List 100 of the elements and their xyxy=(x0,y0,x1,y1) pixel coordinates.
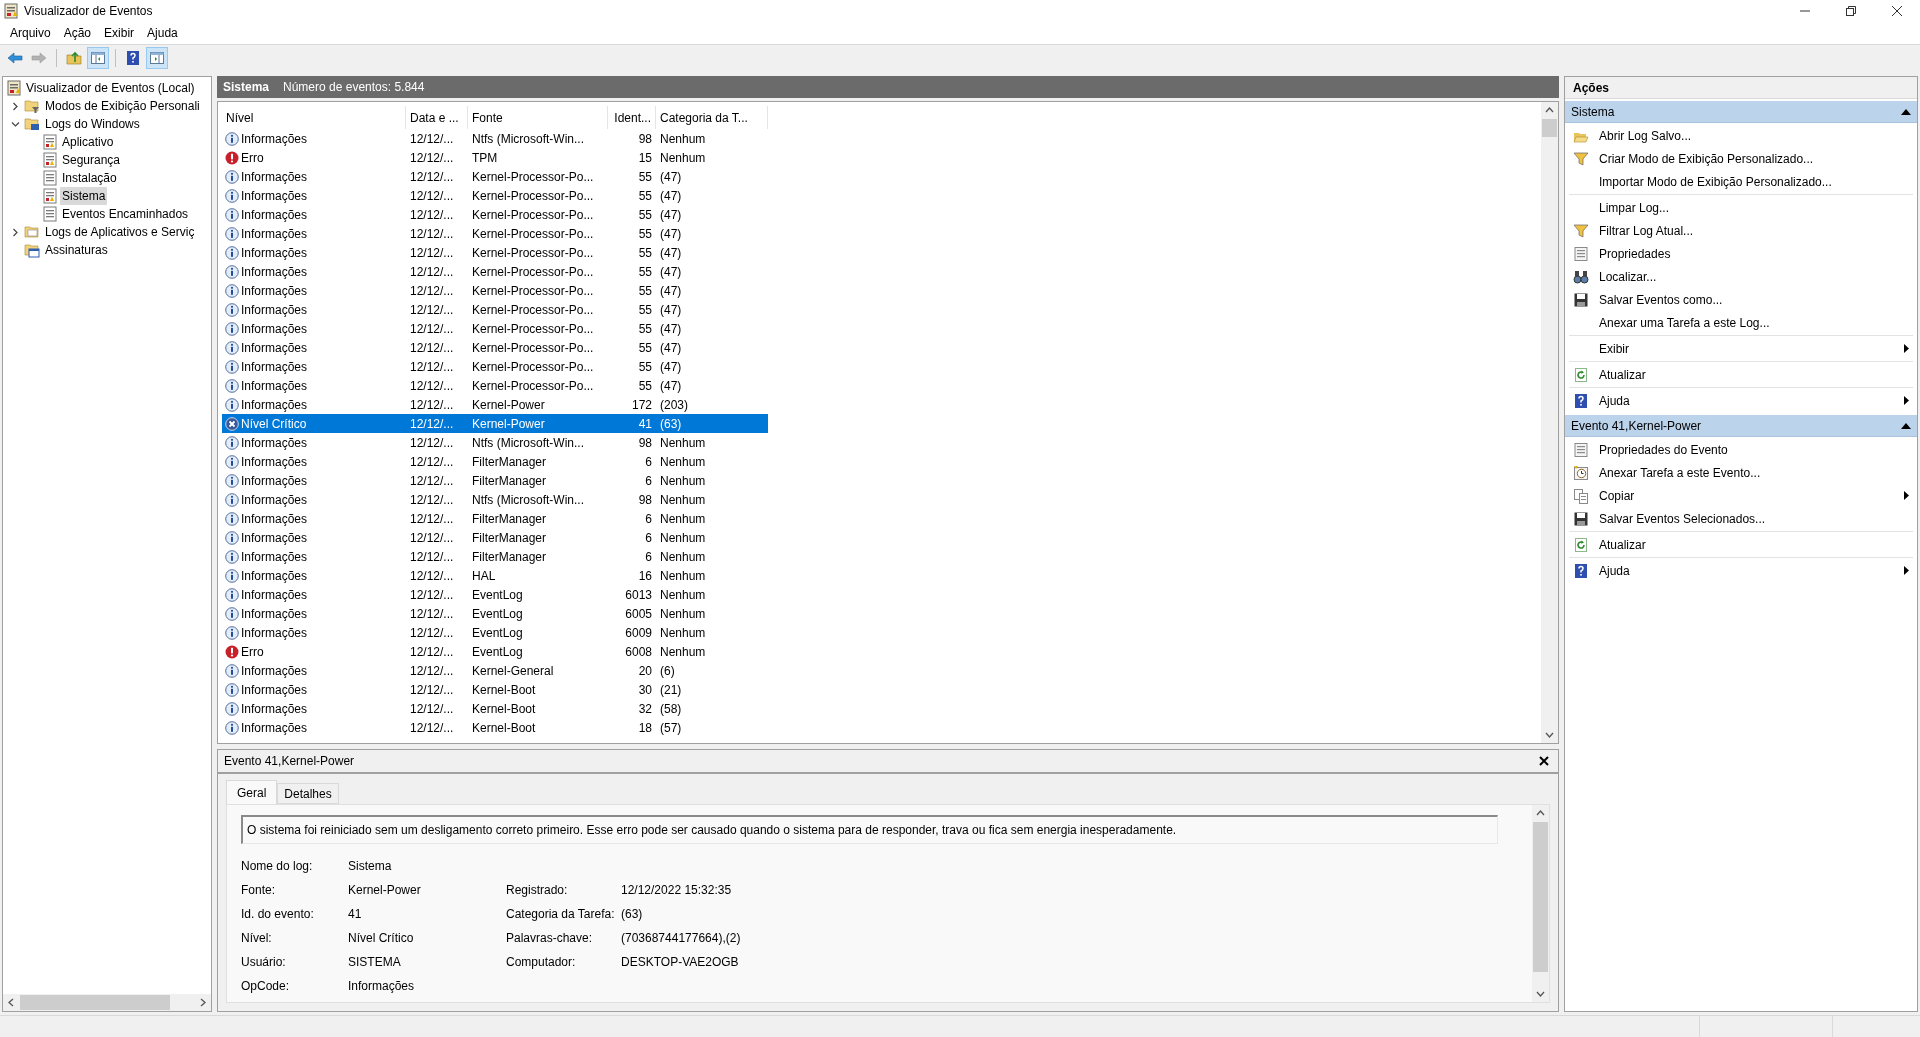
event-row[interactable]: Informações 12/12/... Kernel-Processor-Po... 55 (47) xyxy=(222,205,768,224)
chevron-right-icon[interactable] xyxy=(10,101,20,111)
tree-item[interactable]: Sistema xyxy=(60,187,108,205)
tree-item[interactable]: Segurança xyxy=(60,151,123,169)
action-item[interactable]: Atualizar xyxy=(1569,363,1913,386)
event-row[interactable]: Informações 12/12/... Kernel-Power 172 (203) xyxy=(222,395,768,414)
event-row[interactable]: Informações 12/12/... Ntfs (Microsoft-Win... 98 Nenhum xyxy=(222,129,768,148)
event-row[interactable]: Informações 12/12/... Kernel-Processor-Po... 55 (47) xyxy=(222,186,768,205)
event-row[interactable]: Informações 12/12/... Kernel-Processor-Po... 55 (47) xyxy=(222,224,768,243)
action-item[interactable]: Anexar uma Tarefa a este Log... xyxy=(1569,311,1913,334)
column-header[interactable]: Ident... xyxy=(608,106,656,129)
event-row[interactable]: Informações 12/12/... EventLog 6005 Nenhum xyxy=(222,604,768,623)
event-row[interactable]: Informações 12/12/... Kernel-Processor-Po... 55 (47) xyxy=(222,376,768,395)
column-header[interactable]: Fonte xyxy=(468,106,608,129)
column-header[interactable]: Categoria da T... xyxy=(656,106,768,129)
action-item[interactable]: Criar Modo de Exibição Personalizado... xyxy=(1569,147,1913,170)
action-item[interactable]: Propriedades xyxy=(1569,242,1913,265)
collapse-triangle-icon[interactable] xyxy=(1901,422,1911,429)
event-row[interactable]: Informações 12/12/... Kernel-Processor-Po... 55 (47) xyxy=(222,319,768,338)
action-item[interactable]: Filtrar Log Atual... xyxy=(1569,219,1913,242)
source-text: FilterManager xyxy=(471,548,548,566)
column-header[interactable]: Data e ... xyxy=(406,106,468,129)
event-row[interactable]: Erro 12/12/... TPM 15 Nenhum xyxy=(222,148,768,167)
event-row[interactable]: Informações 12/12/... Kernel-Boot 32 (58) xyxy=(222,699,768,718)
event-row[interactable]: Informações 12/12/... HAL 16 Nenhum xyxy=(222,566,768,585)
action-item[interactable]: Salvar Eventos Selecionados... xyxy=(1569,507,1913,530)
vertical-scrollbar[interactable] xyxy=(1541,102,1558,743)
action-item[interactable]: Salvar Eventos como... xyxy=(1569,288,1913,311)
event-row[interactable]: Informações 12/12/... Kernel-General 20 (6) xyxy=(222,661,768,680)
tree-item[interactable]: Visualizador de Eventos (Local) xyxy=(24,79,197,97)
source-text: EventLog xyxy=(471,643,524,661)
action-item[interactable]: Ajuda xyxy=(1569,389,1913,412)
event-row[interactable]: Informações 12/12/... Kernel-Boot 18 (57) xyxy=(222,718,768,737)
action-item[interactable]: Importar Modo de Exibição Personalizado... xyxy=(1569,170,1913,193)
event-id-text: 6005 xyxy=(624,605,653,623)
tree-item[interactable]: Assinaturas xyxy=(43,241,110,259)
event-row[interactable]: Informações 12/12/... Kernel-Processor-Po... 55 (47) xyxy=(222,262,768,281)
menu-item[interactable]: Ajuda xyxy=(141,23,184,43)
toolbar-button[interactable] xyxy=(87,47,109,69)
scrollbar-thumb[interactable] xyxy=(20,995,170,1010)
event-row[interactable]: Informações 12/12/... Kernel-Boot 30 (21) xyxy=(222,680,768,699)
action-item[interactable]: Anexar Tarefa a este Evento... xyxy=(1569,461,1913,484)
tree-item[interactable]: Modos de Exibição Personali xyxy=(43,97,202,115)
action-item[interactable]: Copiar xyxy=(1569,484,1913,507)
tree-item[interactable]: Logs de Aplicativos e Serviç xyxy=(43,223,197,241)
event-row[interactable]: Informações 12/12/... EventLog 6009 Nenhum xyxy=(222,623,768,642)
menu-item[interactable]: Arquivo xyxy=(4,23,57,43)
section-header[interactable]: Evento 41,Kernel-Power xyxy=(1565,415,1917,437)
toolbar-button[interactable] xyxy=(146,47,168,69)
tree-item[interactable]: Instalação xyxy=(60,169,119,187)
event-row[interactable]: Informações 12/12/... Kernel-Processor-Po... 55 (47) xyxy=(222,281,768,300)
tab[interactable]: Geral xyxy=(226,780,278,804)
scrollbar-thumb[interactable] xyxy=(1542,119,1557,137)
event-row[interactable]: Informações 12/12/... FilterManager 6 Nenhum xyxy=(222,528,768,547)
collapse-triangle-icon[interactable] xyxy=(1901,108,1911,115)
action-item[interactable]: Atualizar xyxy=(1569,533,1913,556)
action-item[interactable]: Abrir Log Salvo... xyxy=(1569,124,1913,147)
chevron-down-icon[interactable] xyxy=(10,119,20,129)
vertical-scrollbar[interactable] xyxy=(1532,805,1549,1002)
event-row[interactable]: Informações 12/12/... FilterManager 6 Nenhum xyxy=(222,471,768,490)
level-text: Informações xyxy=(241,320,308,338)
event-row[interactable]: Informações 12/12/... Ntfs (Microsoft-Win... 98 Nenhum xyxy=(222,433,768,452)
event-row[interactable]: Erro 12/12/... EventLog 6008 Nenhum xyxy=(222,642,768,661)
action-label: Localizar... xyxy=(1599,268,1658,286)
category-text: (57) xyxy=(659,719,683,737)
tree-item[interactable]: Logs do Windows xyxy=(43,115,142,133)
event-row[interactable]: Informações 12/12/... Kernel-Processor-Po... 55 (47) xyxy=(222,300,768,319)
event-row[interactable]: Informações 12/12/... Kernel-Processor-Po... 55 (47) xyxy=(222,167,768,186)
scrollbar-thumb[interactable] xyxy=(1533,822,1548,972)
event-row[interactable]: Informações 12/12/... Kernel-Processor-Po... 55 (47) xyxy=(222,243,768,262)
level-text: Informações xyxy=(241,491,308,509)
tree-item[interactable]: Eventos Encaminhados xyxy=(60,205,191,223)
category-text: (47) xyxy=(659,358,683,376)
tree-item[interactable]: Aplicativo xyxy=(60,133,116,151)
action-item[interactable]: Limpar Log... xyxy=(1569,196,1913,219)
action-item[interactable]: Propriedades do Evento xyxy=(1569,438,1913,461)
event-row[interactable]: Informações 12/12/... Ntfs (Microsoft-Win... 98 Nenhum xyxy=(222,490,768,509)
menu-item[interactable]: Exibir xyxy=(98,23,141,43)
chevron-right-icon[interactable] xyxy=(10,227,20,237)
event-row[interactable]: Informações 12/12/... FilterManager 6 Nenhum xyxy=(222,452,768,471)
action-item[interactable]: Exibir xyxy=(1569,337,1913,360)
action-item[interactable]: Localizar... xyxy=(1569,265,1913,288)
tab[interactable]: Detalhes xyxy=(277,783,339,804)
section-header[interactable]: Sistema xyxy=(1565,101,1917,123)
action-item[interactable]: Ajuda xyxy=(1569,559,1913,582)
action-label: Abrir Log Salvo... xyxy=(1599,127,1693,145)
event-row[interactable]: Informações 12/12/... EventLog 6013 Nenhum xyxy=(222,585,768,604)
menu-item[interactable]: Ação xyxy=(57,23,98,43)
event-row[interactable]: Informações 12/12/... FilterManager 6 Nenhum xyxy=(222,509,768,528)
column-header[interactable]: Nível xyxy=(222,106,406,129)
category-text: Nenhum xyxy=(659,149,707,167)
event-row[interactable]: Informações 12/12/... Kernel-Processor-Po... 55 (47) xyxy=(222,338,768,357)
date-text: 12/12/... xyxy=(409,130,455,148)
horizontal-scrollbar[interactable] xyxy=(3,994,211,1011)
event-row[interactable]: Informações 12/12/... FilterManager 6 Nenhum xyxy=(222,547,768,566)
event-id-text: 6 xyxy=(644,453,653,471)
source-text: Ntfs (Microsoft-Win... xyxy=(471,434,585,452)
event-row[interactable]: Informações 12/12/... Kernel-Processor-Po... 55 (47) xyxy=(222,357,768,376)
event-row[interactable]: Nível Crítico 12/12/... Kernel-Power 41 (63) xyxy=(222,414,768,433)
category-text: Nenhum xyxy=(659,529,707,547)
